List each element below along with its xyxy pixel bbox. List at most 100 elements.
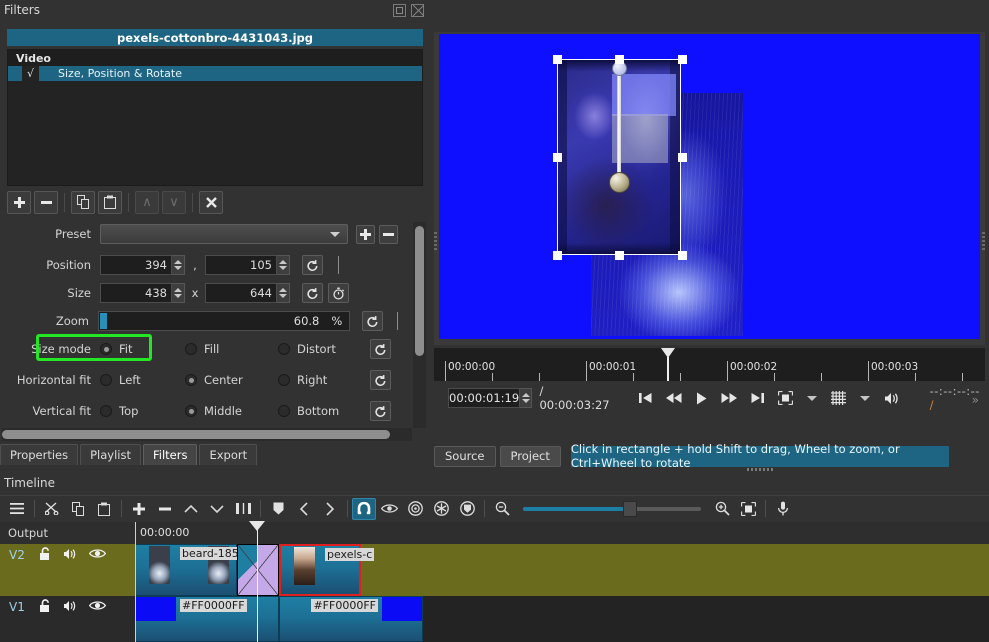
overwrite-chevron-down-icon[interactable] — [204, 497, 230, 521]
zoom-value[interactable]: 60.8 — [294, 314, 320, 328]
scrollbar-thumb[interactable] — [415, 226, 424, 356]
timeline-transition[interactable] — [237, 544, 279, 596]
position-x-input[interactable]: 394 — [100, 255, 172, 275]
reset-position-button[interactable] — [302, 255, 323, 275]
prev-marker-chevron-left-icon[interactable] — [291, 497, 317, 521]
vui-selection-rectangle[interactable] — [553, 55, 687, 260]
close-icon[interactable] — [411, 4, 424, 17]
save-preset-button[interactable] — [356, 224, 375, 244]
center-handle-icon[interactable] — [609, 172, 630, 193]
timeline-zoom-fit-icon[interactable] — [735, 497, 761, 521]
filter-list[interactable]: Video √ Size, Position & Rotate — [7, 49, 423, 186]
filter-list-item-size-position-rotate[interactable]: √ Size, Position & Rotate — [8, 66, 422, 81]
tab-project[interactable]: Project — [499, 445, 561, 467]
horizontal-fit-option-left[interactable]: Left — [100, 373, 185, 387]
timeline-tracks[interactable]: Output 00:00:00 V2 V1 beard-1851 pexels-… — [0, 521, 989, 642]
reset-size-mode-button[interactable] — [370, 339, 391, 359]
parameters-vertical-scrollbar[interactable] — [413, 222, 426, 428]
append-icon[interactable] — [126, 497, 152, 521]
filter-enable-checkbox[interactable]: √ — [22, 66, 39, 81]
transport-overflow-icon[interactable]: » — [972, 393, 979, 407]
microphone-icon[interactable] — [770, 497, 796, 521]
horizontal-fit-option-right[interactable]: Right — [278, 373, 370, 387]
speaker-icon[interactable] — [63, 600, 78, 615]
scrub-icon[interactable] — [376, 497, 402, 521]
vertical-fit-option-bottom[interactable]: Bottom — [278, 404, 370, 418]
zoom-slider-handle[interactable] — [100, 313, 107, 329]
position-y-stepper[interactable] — [277, 255, 290, 275]
tab-properties[interactable]: Properties — [0, 444, 79, 465]
timeline-clip-color-2[interactable]: #FF0000FF — [279, 596, 423, 642]
scissors-icon[interactable] — [39, 497, 65, 521]
skip-to-start-icon[interactable] — [638, 392, 652, 404]
reset-horizontal-fit-button[interactable] — [370, 370, 391, 390]
volume-icon[interactable] — [884, 392, 900, 405]
size-mode-option-fill[interactable]: Fill — [185, 342, 278, 356]
zoom-slider-knob[interactable] — [623, 500, 637, 517]
ripple-markers-icon[interactable] — [454, 497, 480, 521]
track-head-v2[interactable]: V2 — [0, 544, 135, 596]
position-y-input[interactable]: 105 — [205, 255, 277, 275]
size-mode-option-fit[interactable]: Fit — [100, 342, 185, 356]
size-mode-option-distort[interactable]: Distort — [278, 342, 370, 356]
size-width-stepper[interactable] — [172, 283, 185, 303]
video-canvas[interactable] — [439, 34, 980, 339]
parameters-horizontal-scrollbar[interactable] — [2, 428, 412, 441]
reset-zoom-button[interactable] — [362, 311, 383, 331]
reset-size-button[interactable] — [302, 283, 323, 303]
resize-handle-bottom-right[interactable] — [678, 251, 687, 260]
player-ruler[interactable]: 00:00:00 00:00:01 00:00:02 00:00:03 — [434, 348, 985, 381]
timeline-clip-beard[interactable]: beard-1851 — [135, 544, 248, 596]
grid-menu-chevron-down-icon[interactable] — [859, 395, 870, 401]
splitter-grip-right[interactable] — [982, 232, 985, 252]
reset-vertical-fit-button[interactable] — [370, 401, 391, 421]
zoom-menu-chevron-down-icon[interactable] — [806, 395, 817, 401]
next-marker-chevron-right-icon[interactable] — [317, 497, 343, 521]
zoom-in-icon[interactable] — [709, 497, 735, 521]
timeline-clip-pexels[interactable]: pexels-c — [279, 544, 375, 596]
position-x-stepper[interactable] — [172, 255, 185, 275]
unlock-icon[interactable] — [38, 598, 52, 616]
resize-handle-top-left[interactable] — [553, 55, 562, 64]
hamburger-icon[interactable] — [4, 497, 30, 521]
size-height-input[interactable]: 644 — [205, 283, 277, 303]
tab-playlist[interactable]: Playlist — [80, 444, 141, 465]
play-icon[interactable] — [696, 392, 707, 405]
resize-handle-bottom-left[interactable] — [553, 251, 562, 260]
track-v1[interactable]: #FF0000FF #FF0000FF — [135, 596, 989, 642]
resize-handle-top-center[interactable] — [615, 55, 624, 64]
fast-forward-icon[interactable] — [721, 392, 737, 404]
timeline-zoom-slider[interactable] — [523, 500, 701, 517]
zoom-fit-icon[interactable] — [777, 391, 793, 405]
horizontal-fit-option-center[interactable]: Center — [185, 373, 278, 387]
deselect-filter-button[interactable] — [199, 190, 223, 214]
tab-filters[interactable]: Filters — [143, 444, 198, 465]
track-head-v1[interactable]: V1 — [0, 596, 135, 642]
float-icon[interactable] — [393, 4, 406, 17]
move-filter-up-button[interactable]: ∧ — [135, 190, 159, 214]
resize-handle-middle-right[interactable] — [678, 153, 687, 162]
paste-icon[interactable] — [91, 497, 117, 521]
copy-icon[interactable] — [71, 190, 95, 214]
unlock-icon[interactable] — [38, 546, 52, 564]
split-icon[interactable] — [230, 497, 256, 521]
add-filter-button[interactable] — [7, 190, 31, 214]
position-stepper[interactable] — [520, 388, 533, 408]
vertical-fit-option-middle[interactable]: Middle — [185, 404, 278, 418]
move-filter-down-button[interactable]: ∨ — [162, 190, 186, 214]
tab-export[interactable]: Export — [199, 444, 258, 465]
resize-handle-bottom-center[interactable] — [615, 251, 624, 260]
lift-chevron-up-icon[interactable] — [178, 497, 204, 521]
copy-icon[interactable] — [65, 497, 91, 521]
size-height-stepper[interactable] — [277, 283, 290, 303]
eye-icon[interactable] — [88, 548, 107, 562]
zoom-out-icon[interactable] — [489, 497, 515, 521]
size-width-input[interactable]: 438 — [100, 283, 172, 303]
scrollbar-thumb[interactable] — [2, 430, 390, 439]
zoom-slider[interactable]: 60.8 % — [98, 311, 351, 331]
ripple-delete-icon[interactable] — [152, 497, 178, 521]
tab-source[interactable]: Source — [434, 445, 496, 467]
stopwatch-icon[interactable] — [327, 283, 349, 303]
magnet-icon[interactable] — [352, 497, 376, 520]
track-head-output[interactable]: Output — [0, 522, 135, 544]
